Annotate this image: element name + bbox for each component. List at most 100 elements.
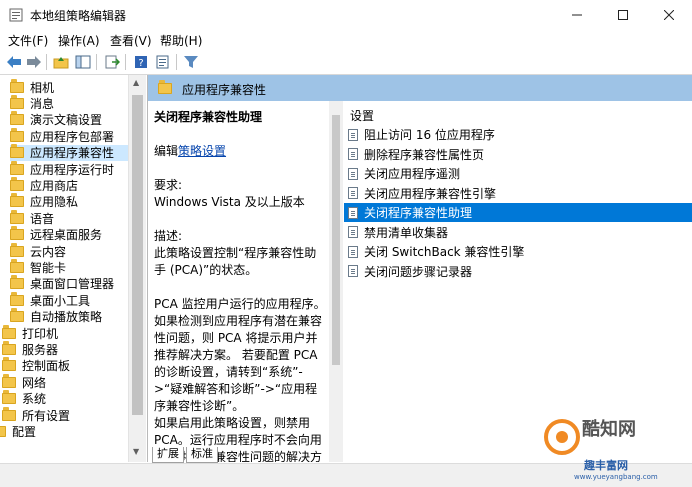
tree-item[interactable]: 应用程序运行时 [10,160,114,177]
setting-row[interactable]: 关闭问题步骤记录器 [344,262,692,281]
tree-item[interactable]: 桌面窗口管理器 [10,275,114,292]
watermark-logo-icon [544,419,580,455]
tree-item-label: 应用程序兼容性 [30,146,115,161]
folder-icon [10,291,24,306]
tree-item[interactable]: 演示文稿设置 [10,111,102,128]
setting-row[interactable]: 阻止访问 16 位应用程序 [344,125,692,144]
help-button[interactable]: ? [132,53,150,71]
folder-icon [10,258,24,273]
show-hide-tree-button[interactable] [74,53,92,71]
tree-item[interactable]: 所有设置 [2,406,70,423]
help-icon: ? [135,56,147,69]
folder-icon [10,226,24,241]
maximize-button[interactable] [600,0,646,30]
setting-label: 关闭问题步骤记录器 [364,264,473,279]
scrollbar-thumb[interactable] [132,95,143,415]
folder-up-icon [53,57,69,69]
scroll-up-icon[interactable]: ▲ [133,78,139,87]
menu-file[interactable]: 文件(F) [8,32,48,49]
settings-column-header[interactable]: 设置 [350,107,374,124]
description-scrollbar[interactable] [329,101,343,462]
tab-extended[interactable]: 扩展 [152,447,184,463]
tree-item-label: 系统 [22,392,47,407]
menu-help[interactable]: 帮助(H) [160,32,202,49]
folder-icon [2,390,16,405]
folder-icon [2,340,16,355]
tree-item[interactable]: 系统 [2,390,47,407]
policy-setting-icon [348,167,358,180]
tree-vertical-scrollbar[interactable]: ▲ ▼ [128,75,146,462]
forward-arrow-icon [27,56,41,68]
tree-item[interactable]: 云内容 [10,242,66,259]
filter-button[interactable] [182,53,200,71]
setting-row[interactable]: 关闭程序兼容性助理 [344,203,692,222]
properties-button[interactable] [154,53,172,71]
export-list-button[interactable] [103,53,121,71]
tree-item[interactable]: 消息 [10,94,55,111]
description-label: 描述: [154,229,183,243]
setting-label: 关闭应用程序兼容性引擎 [364,186,497,201]
tree-item[interactable]: 应用程序包部署 [10,127,114,144]
setting-row[interactable]: 删除程序兼容性属性页 [344,145,692,164]
up-folder-button[interactable] [52,53,70,71]
minimize-button[interactable] [554,0,600,30]
policy-setting-icon [348,187,358,199]
menu-view[interactable]: 查看(V) [110,32,152,49]
folder-icon [10,209,24,224]
tree-item[interactable]: 语音 [10,209,54,226]
tree-item-label: 自动播放策略 [30,310,103,325]
filter-icon [184,56,198,68]
maximize-icon [618,10,628,20]
scrollbar-thumb[interactable] [332,115,340,365]
scroll-down-icon[interactable]: ▼ [133,447,139,456]
tree-item[interactable]: 网络 [2,373,47,390]
section-title: 应用程序兼容性 [182,83,267,97]
close-icon [664,10,674,20]
setting-row[interactable]: 关闭应用程序遥测 [344,164,692,183]
folder-icon [0,425,6,437]
tree-item[interactable]: 相机 [10,78,54,95]
folder-icon [10,176,24,191]
description-paragraph-1: 此策略设置控制“程序兼容性助手 (PCA)”的状态。 [154,246,317,277]
tree-item-label: 消息 [30,96,55,111]
tree-item[interactable]: 远程桌面服务 [10,226,102,243]
tree-item[interactable]: 配置 [0,423,36,439]
watermark: 酷知网 趣丰富网 www.yueyangbang.com [544,415,684,485]
tree-item[interactable]: 应用程序兼容性 [10,144,135,161]
policy-setting-icon [348,128,358,141]
tree-item[interactable]: 服务器 [2,340,58,357]
folder-icon [10,308,24,323]
details-pane: 应用程序兼容性 关闭程序兼容性助理 编辑策略设置 要求: Windows Vis… [147,75,692,462]
folder-icon [10,275,24,290]
forward-button[interactable] [25,53,43,71]
menu-action[interactable]: 操作(A) [58,32,100,49]
folder-icon [158,80,172,94]
tree-item[interactable]: 应用商店 [10,176,78,193]
folder-icon [10,78,24,93]
folder-icon [10,144,24,159]
policy-setting-icon [348,245,358,258]
policy-settings-link[interactable]: 策略设置 [178,144,226,158]
toolbar: ? [0,50,692,75]
tree-item[interactable]: 打印机 [2,324,58,341]
tree-item[interactable]: 应用隐私 [10,193,78,210]
setting-label: 阻止访问 16 位应用程序 [364,128,495,142]
folder-icon [10,127,24,142]
setting-row[interactable]: 关闭应用程序兼容性引擎 [344,184,692,203]
tree-item-label: 控制面板 [22,359,71,374]
setting-row[interactable]: 关闭 SwitchBack 兼容性引擎 [344,242,692,261]
close-button[interactable] [646,0,692,30]
tree-item[interactable]: 自动播放策略 [10,308,103,325]
console-tree: 相机 消息 演示文稿设置 应用程序包部署应用程序兼容性 应用程序运行时 应用商店 应用隐私语… [0,75,146,462]
requirements-value: Windows Vista 及以上版本 [154,195,305,209]
tree-item[interactable]: 桌面小工具 [10,291,90,308]
tree-item-label: 网络 [22,375,47,390]
watermark-site: 趣丰富网 [584,459,628,472]
toolbar-separator [46,54,47,70]
setting-row[interactable]: 禁用清单收集器 [344,223,692,242]
back-button[interactable] [5,53,23,71]
tree-item[interactable]: 控制面板 [2,357,71,374]
tab-standard[interactable]: 标准 [186,447,218,463]
tree-item[interactable]: 智能卡 [10,258,66,275]
watermark-url: www.yueyangbang.com [574,473,658,481]
